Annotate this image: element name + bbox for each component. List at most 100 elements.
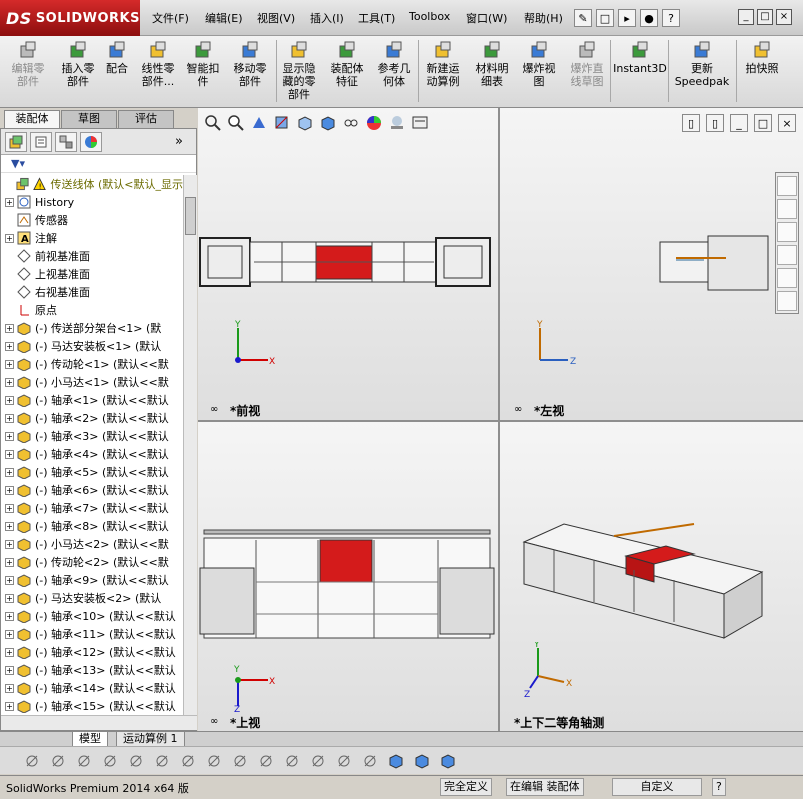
menu-tools[interactable]: 工具(T) xyxy=(358,10,395,26)
expand-toggle-icon[interactable]: + xyxy=(5,629,14,639)
sketch-fillet-icon[interactable] xyxy=(154,753,170,769)
expand-toggle-icon[interactable]: + xyxy=(5,413,14,423)
tree-node[interactable]: + (-) 轴承<11> (默认<<默认 xyxy=(1,625,183,643)
menu-window[interactable]: 窗口(W) xyxy=(466,10,507,26)
link-views-icon[interactable]: ∞ xyxy=(514,404,522,415)
tree-node[interactable]: + A 注解 xyxy=(1,229,183,247)
tree-node[interactable]: 右视基准面 xyxy=(1,283,183,301)
tree-node[interactable]: 原点 xyxy=(1,301,183,319)
expand-toggle-icon[interactable]: + xyxy=(5,323,14,333)
expand-toggle-icon[interactable]: + xyxy=(5,485,14,495)
command-new-motion-study[interactable]: 新建运 动算例 xyxy=(420,40,466,88)
expand-toggle-icon[interactable]: + xyxy=(5,593,14,603)
point-icon[interactable] xyxy=(24,753,40,769)
tree-vertical-scrollbar[interactable] xyxy=(183,175,197,715)
expand-toggle-icon[interactable]: + xyxy=(5,521,14,531)
tree-node[interactable]: + (-) 轴承<8> (默认<<默认 xyxy=(1,517,183,535)
solidworks-resources-icon[interactable] xyxy=(777,176,797,196)
help-status-icon[interactable]: ? xyxy=(712,778,726,796)
expand-toggle-icon[interactable]: + xyxy=(5,647,14,657)
mirror-icon[interactable] xyxy=(258,753,274,769)
menu-help[interactable]: 帮助(H) xyxy=(524,10,563,26)
expand-toggle-icon[interactable]: + xyxy=(5,557,14,567)
tree-node[interactable]: + (-) 轴承<14> (默认<<默认 xyxy=(1,679,183,697)
tree-node[interactable]: + (-) 轴承<13> (默认<<默认 xyxy=(1,661,183,679)
filter-icon[interactable]: ▼▾ xyxy=(1,155,196,173)
restore-button[interactable]: □ xyxy=(757,9,773,25)
box-3d-icon[interactable] xyxy=(440,753,456,769)
tree-node[interactable]: + (-) 轴承<5> (默认<<默认 xyxy=(1,463,183,481)
file-explorer-icon[interactable] xyxy=(777,222,797,242)
viewport-isometric[interactable]: Y X Z *上下二等角轴测 xyxy=(500,422,803,731)
minimize-button[interactable]: _ xyxy=(738,9,754,25)
expand-toggle-icon[interactable]: + xyxy=(5,341,14,351)
command-update-speedpak[interactable]: 更新 Speedpak xyxy=(672,40,732,88)
link-views-icon[interactable]: ∞ xyxy=(210,716,218,727)
menu-toolbox[interactable]: Toolbox xyxy=(409,10,450,23)
viewport-close-icon[interactable]: × xyxy=(778,114,796,132)
tree-node[interactable]: + (-) 马达安装板<2> (默认 xyxy=(1,589,183,607)
apply-scene-icon[interactable] xyxy=(388,114,406,132)
command-instant3d[interactable]: Instant3D xyxy=(612,40,668,75)
zoom-area-icon[interactable] xyxy=(227,114,245,132)
menu-insert[interactable]: 插入(I) xyxy=(310,10,344,26)
grid-icon[interactable] xyxy=(232,753,248,769)
tree-node[interactable]: + (-) 轴承<1> (默认<<默认 xyxy=(1,391,183,409)
tab-assembly[interactable]: 装配体 xyxy=(4,110,60,128)
tree-node[interactable]: 传感器 xyxy=(1,211,183,229)
expand-toggle-icon[interactable]: + xyxy=(5,197,14,207)
tree-node[interactable]: + (-) 传动轮<2> (默认<<默 xyxy=(1,553,183,571)
tree-node[interactable]: + (-) 传送部分架台<1> (默 xyxy=(1,319,183,337)
display-style-icon[interactable] xyxy=(319,114,337,132)
solidworks-logo[interactable]: DS SOLIDWORKS xyxy=(0,0,140,36)
feature-tree-icon[interactable] xyxy=(5,131,27,152)
tree-node[interactable]: + (-) 轴承<10> (默认<<默认 xyxy=(1,607,183,625)
viewport-restore-icon[interactable]: □ xyxy=(754,114,772,132)
sketch-plane-icon[interactable] xyxy=(336,753,352,769)
open-icon[interactable]: ▸ xyxy=(618,9,636,27)
units-selector[interactable]: 自定义 xyxy=(612,778,702,796)
command-insert-components[interactable]: 插入零 部件 xyxy=(56,40,100,88)
link-views-icon[interactable]: ∞ xyxy=(210,404,218,415)
tree-horizontal-scrollbar[interactable] xyxy=(1,715,197,730)
appearances-icon[interactable] xyxy=(777,268,797,288)
previous-view-icon[interactable] xyxy=(250,114,268,132)
viewport-minimize-icon[interactable]: _ xyxy=(730,114,748,132)
new-document-icon[interactable]: □ xyxy=(596,9,614,27)
rectangle-icon[interactable] xyxy=(310,753,326,769)
command-smart-fasteners[interactable]: 智能扣 件 xyxy=(182,40,224,88)
property-manager-icon[interactable] xyxy=(30,131,52,152)
close-button[interactable]: × xyxy=(776,9,792,25)
expand-toggle-icon[interactable]: + xyxy=(5,467,14,477)
view-palette-icon[interactable] xyxy=(777,245,797,265)
trim-icon[interactable] xyxy=(76,753,92,769)
edit-appearance-icon[interactable] xyxy=(365,114,383,132)
convert-entities-icon[interactable] xyxy=(414,753,430,769)
expand-toggle-icon[interactable]: + xyxy=(5,359,14,369)
tree-node[interactable]: 前视基准面 xyxy=(1,247,183,265)
design-library-icon[interactable] xyxy=(777,199,797,219)
configuration-manager-icon[interactable] xyxy=(55,131,77,152)
tree-node[interactable]: + (-) 轴承<9> (默认<<默认 xyxy=(1,571,183,589)
link-viewports-icon[interactable]: ▯ xyxy=(706,114,724,132)
tree-node[interactable]: + History xyxy=(1,193,183,211)
menu-edit[interactable]: 编辑(E) xyxy=(205,10,243,26)
tree-node[interactable]: + (-) 轴承<12> (默认<<默认 xyxy=(1,643,183,661)
expand-toggle-icon[interactable]: + xyxy=(5,665,14,675)
part-3d-icon[interactable] xyxy=(362,753,378,769)
viewport-top[interactable]: Y X Z ∞ *上视 xyxy=(198,422,498,731)
hide-show-items-icon[interactable] xyxy=(342,114,360,132)
help-icon[interactable]: ? xyxy=(662,9,680,27)
tree-node[interactable]: + (-) 小马达<2> (默认<<默 xyxy=(1,535,183,553)
expand-toggle-icon[interactable]: + xyxy=(5,539,14,549)
expand-toggle-icon[interactable]: + xyxy=(5,611,14,621)
command-take-snapshot[interactable]: 拍快照 xyxy=(740,40,784,75)
command-linear-component-pattern[interactable]: 线性零 部件... xyxy=(136,40,180,88)
tree-node[interactable]: + (-) 马达安装板<1> (默认 xyxy=(1,337,183,355)
rebuild-traffic-light-icon[interactable]: ● xyxy=(640,9,658,27)
tab-model[interactable]: 模型 xyxy=(72,732,108,747)
command-explode-line-sketch[interactable]: 爆炸直 线草图 xyxy=(564,40,610,88)
expand-toggle-icon[interactable]: + xyxy=(5,575,14,585)
expand-toggle-icon[interactable]: + xyxy=(5,701,14,711)
tree-node[interactable]: + (-) 轴承<2> (默认<<默认 xyxy=(1,409,183,427)
